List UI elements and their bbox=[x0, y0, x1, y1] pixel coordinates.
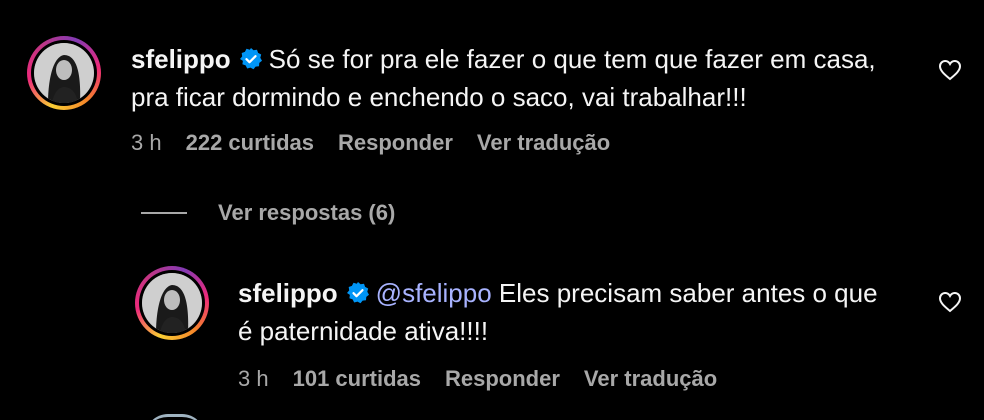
comment-time: 3 h bbox=[131, 130, 162, 155]
comment-body: sfelippo Só se for pra ele fazer o que te… bbox=[131, 40, 876, 116]
avatar[interactable] bbox=[27, 36, 101, 110]
avatar[interactable] bbox=[135, 266, 209, 340]
comment-text-line1: Só se for pra ele fazer o que tem que fa… bbox=[268, 44, 876, 74]
avatar-photo bbox=[34, 43, 94, 103]
next-avatar[interactable] bbox=[145, 414, 205, 420]
verified-badge-icon bbox=[346, 282, 369, 304]
comment-meta: 3 h 222 curtidas Responder Ver tradução bbox=[131, 130, 634, 156]
reply-text-line1: Eles precisam saber antes o que bbox=[491, 278, 878, 308]
reply-button[interactable]: Responder bbox=[445, 366, 560, 391]
reply-time: 3 h bbox=[238, 366, 269, 391]
comment-text-line2: pra ficar dormindo e enchendo o saco, va… bbox=[131, 82, 747, 112]
reply-meta: 3 h 101 curtidas Responder Ver tradução bbox=[238, 366, 741, 392]
likes-count[interactable]: 101 curtidas bbox=[293, 366, 421, 391]
comment: sfelippo Só se for pra ele fazer o que te… bbox=[0, 0, 984, 190]
avatar-photo bbox=[142, 273, 202, 333]
translate-button[interactable]: Ver tradução bbox=[477, 130, 610, 155]
replies-divider bbox=[141, 212, 187, 214]
heart-icon[interactable] bbox=[938, 290, 962, 314]
comment-username[interactable]: sfelippo bbox=[131, 44, 231, 74]
heart-icon[interactable] bbox=[938, 58, 962, 82]
reply-button[interactable]: Responder bbox=[338, 130, 453, 155]
reply-body: sfelippo @sfelippo Eles precisam saber an… bbox=[238, 274, 878, 350]
view-replies-button[interactable]: Ver respostas (6) bbox=[218, 200, 395, 226]
reply-username[interactable]: sfelippo bbox=[238, 278, 338, 308]
comments-page: sfelippo Só se for pra ele fazer o que te… bbox=[0, 0, 984, 420]
translate-button[interactable]: Ver tradução bbox=[584, 366, 717, 391]
reply-comment: sfelippo @sfelippo Eles precisam saber an… bbox=[0, 250, 984, 410]
mention-link[interactable]: @sfelippo bbox=[376, 278, 492, 308]
reply-text-line2: é paternidade ativa!!!! bbox=[238, 316, 489, 346]
likes-count[interactable]: 222 curtidas bbox=[186, 130, 314, 155]
verified-badge-icon bbox=[239, 48, 262, 70]
